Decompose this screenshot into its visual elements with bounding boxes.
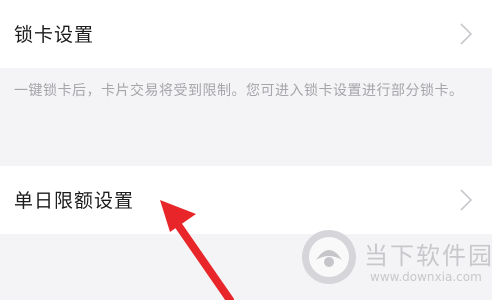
watermark-title: 当下软件园 [364, 242, 492, 270]
watermark: 当下软件园 www.downxia.com [300, 228, 492, 294]
watermark-url: www.downxia.com [370, 270, 482, 284]
watermark-logo-icon [302, 230, 356, 284]
